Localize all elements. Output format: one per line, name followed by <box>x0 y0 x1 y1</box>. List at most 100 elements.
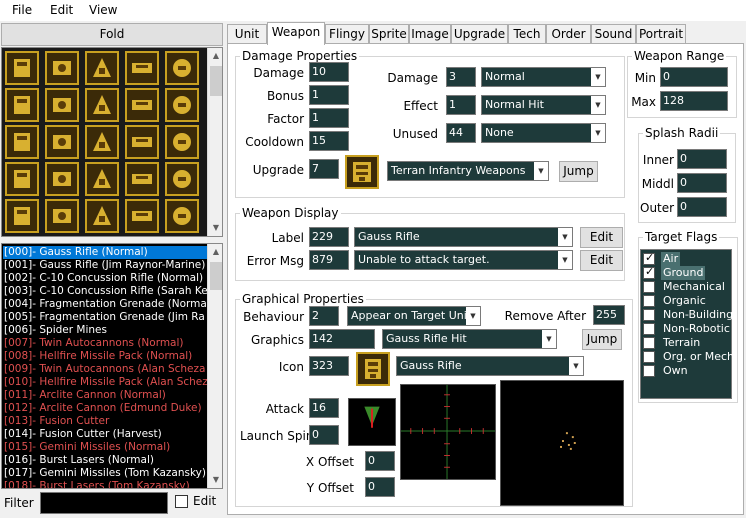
unit-thumbnail-icon[interactable] <box>125 199 159 233</box>
unit-thumbnail-icon[interactable] <box>125 125 159 159</box>
target-flag-checkbox[interactable] <box>643 281 655 293</box>
weapon-list-item[interactable]: [012]- Arclite Cannon (Edmund Duke) <box>3 402 208 415</box>
unit-thumbnail-icon[interactable] <box>165 162 199 196</box>
unit-thumbnail-icon[interactable] <box>165 199 199 233</box>
unit-thumbnail-icon[interactable] <box>5 51 39 85</box>
target-flag-checkbox[interactable] <box>643 295 655 307</box>
factor-field[interactable]: 1 <box>309 108 349 128</box>
target-flag-checkbox[interactable] <box>643 265 655 279</box>
tab-portrait[interactable]: Portrait <box>636 24 686 44</box>
target-flag-checkbox[interactable] <box>643 251 655 265</box>
target-flag-row[interactable]: Non-Building <box>643 308 733 322</box>
upgrade-field[interactable]: 7 <box>309 159 339 179</box>
weapon-list-item[interactable]: [017]- Gemini Missiles (Tom Kazansky) <box>3 467 208 480</box>
target-flag-checkbox[interactable] <box>643 337 655 349</box>
menu-view[interactable]: View <box>89 3 117 17</box>
tab-weapon[interactable]: Weapon <box>267 22 325 45</box>
error-msg-edit-button[interactable]: Edit <box>580 250 623 271</box>
unit-thumbnail-icon[interactable] <box>85 162 119 196</box>
target-flag-row[interactable]: Organic <box>643 294 731 308</box>
scroll-thumb[interactable] <box>210 66 222 96</box>
tab-upgrade[interactable]: Upgrade <box>451 24 508 44</box>
launch-spin-field[interactable]: 0 <box>309 425 339 445</box>
scroll-thumb[interactable] <box>210 262 222 290</box>
weapon-list-item[interactable]: [016]- Burst Lasers (Normal) <box>3 454 208 467</box>
weapon-list-item[interactable]: [002]- C-10 Concussion Rifle (Normal) <box>3 272 208 285</box>
unit-thumbnail-icon[interactable] <box>85 51 119 85</box>
fold-button[interactable]: Fold <box>1 23 223 46</box>
splash-middle-field[interactable]: 0 <box>677 173 727 193</box>
weapon-list-item[interactable]: [010]- Hellfire Missile Pack (Alan Schez <box>3 376 208 389</box>
scroll-down-icon[interactable]: ▼ <box>208 472 222 488</box>
label-dropdown[interactable]: Gauss Rifle ▼ <box>354 227 573 247</box>
unused-field[interactable]: 44 <box>446 123 476 143</box>
tab-flingy[interactable]: Flingy <box>325 24 369 44</box>
remove-after-field[interactable]: 255 <box>593 305 625 325</box>
target-flag-checkbox[interactable] <box>643 309 655 321</box>
range-min-field[interactable]: 0 <box>660 67 728 87</box>
unit-thumbnail-icon[interactable] <box>125 51 159 85</box>
weapon-list-scrollbar[interactable]: ▲ ▼ <box>207 244 222 488</box>
range-max-field[interactable]: 128 <box>660 91 728 111</box>
graphics-dropdown[interactable]: Gauss Rifle Hit ▼ <box>382 329 557 349</box>
weapon-list-item[interactable]: [000]- Gauss Rifle (Normal) <box>3 246 208 259</box>
unit-thumbnail-icon[interactable] <box>165 125 199 159</box>
icon-field[interactable]: 323 <box>309 356 349 376</box>
weapon-list[interactable]: [000]- Gauss Rifle (Normal) [001]- Gauss … <box>1 243 223 489</box>
target-flag-row[interactable]: Terrain <box>643 336 731 350</box>
edit-checkbox[interactable] <box>175 495 188 508</box>
weapon-list-item[interactable]: [008]- Hellfire Missile Pack (Normal) <box>3 350 208 363</box>
unit-thumbnail-icon[interactable] <box>125 162 159 196</box>
weapon-list-item[interactable]: [004]- Fragmentation Grenade (Normal <box>3 298 208 311</box>
target-flag-row[interactable]: Non-Robotic <box>643 322 731 336</box>
damage-type-dropdown[interactable]: Normal ▼ <box>481 67 606 87</box>
weapon-list-item[interactable]: [011]- Arclite Cannon (Normal) <box>3 389 208 402</box>
unit-thumbnail-icon[interactable] <box>45 88 79 122</box>
target-flag-checkbox[interactable] <box>643 351 655 363</box>
label-field[interactable]: 229 <box>309 227 349 247</box>
attack-field[interactable]: 16 <box>309 398 339 418</box>
y-offset-field[interactable]: 0 <box>365 477 395 497</box>
graphics-field[interactable]: 142 <box>309 329 375 349</box>
weapon-list-item[interactable]: [007]- Twin Autocannons (Normal) <box>3 337 208 350</box>
behaviour-dropdown[interactable]: Appear on Target Uni ▼ <box>347 306 481 326</box>
weapon-list-item[interactable]: [009]- Twin Autocannons (Alan Scheza <box>3 363 208 376</box>
target-flag-checkbox[interactable] <box>643 365 655 377</box>
upgrade-dropdown[interactable]: Terran Infantry Weapons ▼ <box>387 161 549 181</box>
unit-thumbnail-icon[interactable] <box>85 125 119 159</box>
graphics-jump-button[interactable]: Jump <box>582 329 622 350</box>
unused-dropdown[interactable]: None ▼ <box>481 123 606 143</box>
upgrade-jump-button[interactable]: Jump <box>559 161 598 182</box>
weapon-list-item[interactable]: [015]- Gemini Missiles (Normal) <box>3 441 208 454</box>
icon-grid-scrollbar[interactable]: ▲ ▼ <box>207 48 222 236</box>
tab-sound[interactable]: Sound <box>591 24 636 44</box>
unit-thumbnail-icon[interactable] <box>5 162 39 196</box>
scroll-down-icon[interactable]: ▼ <box>208 220 222 236</box>
target-flag-row[interactable]: Own <box>643 364 731 378</box>
filter-input[interactable] <box>40 492 168 514</box>
bonus-field[interactable]: 1 <box>309 85 349 105</box>
tab-order[interactable]: Order <box>546 24 591 44</box>
scroll-up-icon[interactable]: ▲ <box>208 244 222 260</box>
x-offset-field[interactable]: 0 <box>365 451 395 471</box>
weapon-list-item[interactable]: [001]- Gauss Rifle (Jim Raynor-Marine) <box>3 259 208 272</box>
unit-thumbnail-icon[interactable] <box>45 199 79 233</box>
weapon-list-item[interactable]: [014]- Fusion Cutter (Harvest) <box>3 428 208 441</box>
label-edit-button[interactable]: Edit <box>580 227 623 248</box>
weapon-list-item[interactable]: [003]- C-10 Concussion Rifle (Sarah Ke <box>3 285 208 298</box>
target-flag-row[interactable]: Org. or Mech <box>643 350 734 364</box>
unit-thumbnail-icon[interactable] <box>125 88 159 122</box>
effect-field[interactable]: 1 <box>446 95 476 115</box>
unit-thumbnail-icon[interactable] <box>85 199 119 233</box>
damage-type-field[interactable]: 3 <box>446 67 476 87</box>
weapon-list-item[interactable]: [005]- Fragmentation Grenade (Jim Ra <box>3 311 208 324</box>
weapon-list-item[interactable]: [018]- Burst Lasers (Tom Kazansky) <box>3 480 208 488</box>
menu-file[interactable]: File <box>12 3 32 17</box>
error-msg-field[interactable]: 879 <box>309 250 349 270</box>
tab-unit[interactable]: Unit <box>227 24 267 44</box>
unit-thumbnail-icon[interactable] <box>5 125 39 159</box>
unit-thumbnail-icon[interactable] <box>85 88 119 122</box>
error-msg-dropdown[interactable]: Unable to attack target. ▼ <box>354 250 573 270</box>
scroll-up-icon[interactable]: ▲ <box>208 48 222 64</box>
cooldown-field[interactable]: 15 <box>309 131 349 151</box>
